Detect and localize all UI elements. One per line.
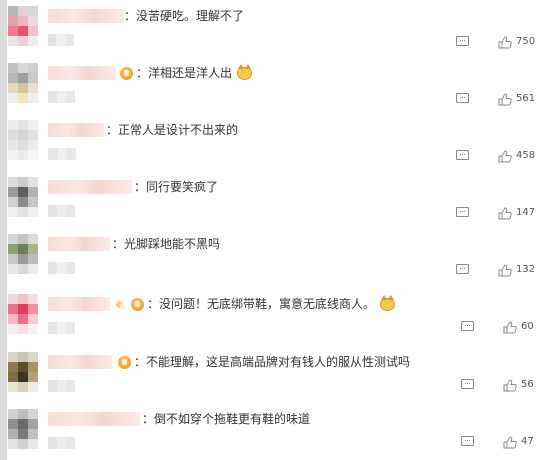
reply-icon[interactable] [461,436,474,446]
like-button[interactable]: 132 [498,262,535,278]
comment-text: ：没苦硬吃。理解不了 [124,9,245,23]
reply-icon[interactable] [461,321,474,331]
comment-meta-blurred [48,91,75,103]
username-blurred[interactable] [48,297,110,311]
like-button[interactable]: 56 [503,377,534,393]
comment-meta-blurred [48,322,75,334]
avatar[interactable] [8,352,38,392]
thumbs-up-icon [498,263,512,276]
comment-text: ：倒不如穿个拖鞋更有鞋的味道 [142,412,311,426]
comment-item: ：同行要笑疯了 147 [0,171,550,228]
comment-meta-blurred [48,205,75,217]
avatar[interactable] [8,6,38,46]
avatar[interactable] [8,120,38,160]
comment-item: ：光脚踩地能不黑吗 132 [0,228,550,285]
comment-text: ：不能理解，这是高端品牌对有钱人的服从性测试吗 [134,355,411,369]
like-count: 60 [521,321,534,332]
reply-icon[interactable] [461,379,474,389]
thumbs-up-icon [503,435,517,448]
comment-meta-blurred [48,262,75,274]
like-count: 750 [516,36,536,47]
username-blurred[interactable] [48,355,112,369]
avatar[interactable] [8,63,38,103]
thumbs-up-icon [498,206,512,219]
like-button[interactable]: 561 [498,91,535,107]
comment-list-page: ：没苦硬吃。理解不了 750 ：洋相还是洋人出 561 ：正常人是设计不出来的 … [0,0,550,460]
comment-text: ：正常人是设计不出来的 [106,123,239,137]
comment-item: ：洋相还是洋人出 561 [0,57,550,114]
thumbs-up-icon [503,320,517,333]
like-button[interactable]: 47 [503,434,534,450]
comment-text: ：没问题！无底绑带鞋，寓意无底线商人。 [147,297,376,311]
cat-emoji-icon [380,294,396,311]
reply-icon[interactable] [456,207,469,217]
comment-item: ：不能理解，这是高端品牌对有钱人的服从性测试吗 56 [0,346,550,403]
username-blurred[interactable] [48,237,110,251]
like-button[interactable]: 750 [498,34,535,50]
comment-meta-blurred [48,437,75,449]
comment-meta-blurred [48,380,75,392]
username-blurred[interactable] [48,412,140,426]
comment-meta-blurred [48,148,76,160]
reply-icon[interactable] [456,264,469,274]
like-count: 47 [521,436,534,447]
comment-item: ：没问题！无底绑带鞋，寓意无底线商人。 60 [0,288,550,345]
vip-badge-icon [120,66,133,80]
reply-icon[interactable] [456,150,469,160]
thumbs-up-icon [498,149,512,162]
avatar[interactable] [8,409,38,449]
like-count: 561 [516,93,536,104]
comment-item: ：没苦硬吃。理解不了 750 [0,0,550,57]
username-blurred[interactable] [48,66,116,80]
like-count: 147 [516,207,536,218]
username-blurred[interactable] [48,9,124,23]
reply-icon[interactable] [456,36,469,46]
like-button[interactable]: 60 [503,319,534,335]
comment-text: ：同行要笑疯了 [134,180,219,194]
comment-item: ：倒不如穿个拖鞋更有鞋的味道 47 [0,403,550,460]
avatar[interactable] [8,294,38,334]
like-button[interactable]: 458 [498,148,535,164]
reply-icon[interactable] [456,93,469,103]
thumbs-up-icon [503,378,517,391]
avatar[interactable] [8,234,38,274]
like-count: 458 [516,150,536,161]
thumbs-up-icon [498,35,512,48]
avatar[interactable] [8,177,38,217]
like-count: 56 [521,379,534,390]
comment-meta-blurred [48,34,74,46]
cat-emoji-icon [237,63,253,80]
comment-text: ：洋相还是洋人出 [136,66,233,80]
comment-text: ：光脚踩地能不黑吗 [112,237,221,251]
comment-item: ：正常人是设计不出来的 458 [0,114,550,171]
username-blurred[interactable] [48,123,104,137]
username-blurred[interactable] [48,180,132,194]
thumbs-up-icon [498,92,512,105]
vip-badge-icon [118,355,131,369]
vip-badge-icon [131,297,144,311]
like-count: 132 [516,264,536,275]
like-button[interactable]: 147 [498,205,535,221]
small-badge-icon [116,300,125,310]
